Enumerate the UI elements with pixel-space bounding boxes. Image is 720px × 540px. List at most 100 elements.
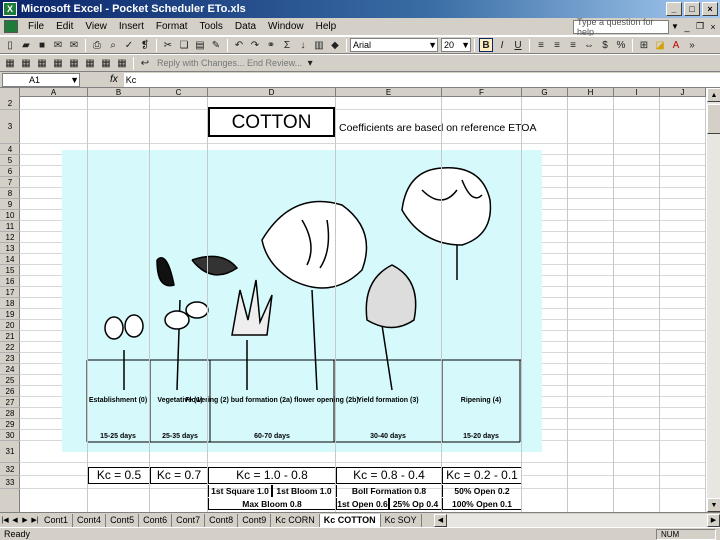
review-icon-2[interactable]: ▦	[19, 56, 33, 70]
row-header[interactable]: 5	[0, 155, 20, 166]
align-right-icon[interactable]: ≡	[566, 38, 580, 52]
row-header[interactable]: 27	[0, 397, 20, 408]
column-header-i[interactable]: I	[614, 88, 660, 97]
scroll-down-icon[interactable]: ▼	[707, 498, 720, 512]
minimize-button[interactable]: _	[666, 2, 682, 16]
menu-data[interactable]: Data	[229, 21, 262, 32]
column-header-g[interactable]: G	[522, 88, 568, 97]
name-box[interactable]: A1 ▼	[2, 72, 80, 87]
row-header[interactable]: 7	[0, 177, 20, 188]
undo-icon[interactable]: ↶	[232, 38, 246, 52]
sub-cell[interactable]: 100% Open 0.1	[442, 498, 522, 510]
copy-icon[interactable]: ❏	[177, 38, 191, 52]
column-header-c[interactable]: C	[150, 88, 208, 97]
menu-insert[interactable]: Insert	[113, 21, 150, 32]
row-header[interactable]: 4	[0, 144, 20, 155]
row-header[interactable]: 32	[0, 463, 20, 476]
horizontal-scrollbar[interactable]: ◀ ▶	[434, 513, 720, 527]
merge-center-icon[interactable]: ⇔	[582, 38, 596, 52]
column-header-b[interactable]: B	[88, 88, 150, 97]
menu-file[interactable]: File	[22, 21, 50, 32]
help-question-input[interactable]: Type a question for help	[573, 17, 669, 37]
help-dropdown-icon[interactable]: ▼	[669, 20, 681, 34]
formula-input[interactable]: Kc	[123, 72, 720, 87]
currency-icon[interactable]: $	[598, 38, 612, 52]
tab-cont7[interactable]: Cont7	[172, 513, 206, 527]
font-size-select[interactable]: 20 ▼	[441, 38, 471, 52]
chart-wizard-icon[interactable]: ▥	[312, 38, 326, 52]
row-header[interactable]: 17	[0, 287, 20, 298]
row-header[interactable]: 10	[0, 210, 20, 221]
toolbar-options-icon[interactable]: »	[685, 38, 699, 52]
borders-icon[interactable]: ⊞	[637, 38, 651, 52]
column-header-h[interactable]: H	[568, 88, 614, 97]
select-all-corner[interactable]	[0, 88, 20, 97]
row-header[interactable]: 16	[0, 276, 20, 287]
doc-minimize-button[interactable]: _	[681, 20, 693, 34]
tab-cont5[interactable]: Cont5	[106, 513, 140, 527]
vertical-scrollbar[interactable]: ▲ ▼	[706, 88, 720, 512]
reply-icon[interactable]: ↩	[138, 56, 152, 70]
row-header[interactable]: 15	[0, 265, 20, 276]
tab-cont6[interactable]: Cont6	[139, 513, 173, 527]
excel-app-icon[interactable]: X	[3, 2, 17, 16]
research-icon[interactable]: ❡	[138, 38, 152, 52]
row-header[interactable]: 31	[0, 441, 20, 463]
tab-cont4[interactable]: Cont4	[73, 513, 107, 527]
review-icon-7[interactable]: ▦	[99, 56, 113, 70]
menu-edit[interactable]: Edit	[50, 21, 79, 32]
last-sheet-icon[interactable]: ▶|	[30, 514, 40, 527]
save-icon[interactable]: ■	[35, 38, 49, 52]
font-color-icon[interactable]: A	[669, 38, 683, 52]
chevron-down-icon[interactable]: ▾	[303, 56, 317, 70]
column-header-f[interactable]: F	[442, 88, 522, 97]
cut-icon[interactable]: ✂	[161, 38, 175, 52]
hyperlink-icon[interactable]: ⚭	[264, 38, 278, 52]
review-icon-5[interactable]: ▦	[67, 56, 81, 70]
paste-icon[interactable]: ▤	[193, 38, 207, 52]
first-sheet-icon[interactable]: |◀	[0, 514, 10, 527]
close-button[interactable]: ×	[702, 2, 718, 16]
sub-cell[interactable]: Boll Formation 0.8	[336, 485, 442, 497]
row-header[interactable]: 18	[0, 298, 20, 309]
row-header[interactable]: 33	[0, 476, 20, 489]
review-icon-3[interactable]: ▦	[35, 56, 49, 70]
review-icon-6[interactable]: ▦	[83, 56, 97, 70]
row-header[interactable]: 19	[0, 309, 20, 320]
review-icon-8[interactable]: ▦	[115, 56, 129, 70]
row-header[interactable]: 12	[0, 232, 20, 243]
column-header-a[interactable]: A	[20, 88, 88, 97]
tab-kc-soy[interactable]: Kc SOY	[381, 513, 422, 527]
format-painter-icon[interactable]: ✎	[209, 38, 223, 52]
autosum-icon[interactable]: Σ	[280, 38, 294, 52]
row-header[interactable]: 6	[0, 166, 20, 177]
row-header[interactable]: 3	[0, 110, 20, 144]
kc-ripening-cell[interactable]: Kc = 0.2 - 0.1	[442, 467, 522, 484]
scroll-left-icon[interactable]: ◀	[434, 513, 447, 527]
underline-button[interactable]: U	[511, 38, 525, 52]
row-header[interactable]: 25	[0, 375, 20, 386]
document-icon[interactable]	[4, 20, 18, 33]
font-name-select[interactable]: Arial ▼	[350, 38, 438, 52]
tab-cont9[interactable]: Cont9	[238, 513, 272, 527]
row-header[interactable]: 8	[0, 188, 20, 199]
row-header[interactable]: 21	[0, 331, 20, 342]
italic-button[interactable]: I	[495, 38, 509, 52]
percent-icon[interactable]: %	[614, 38, 628, 52]
redo-icon[interactable]: ↷	[248, 38, 262, 52]
scroll-thumb[interactable]	[707, 104, 720, 134]
coefficient-note[interactable]: Coefficients are based on reference ETOA	[339, 122, 536, 134]
row-header[interactable]: 22	[0, 342, 20, 353]
email-icon[interactable]: ✉	[67, 38, 81, 52]
row-header[interactable]: 29	[0, 419, 20, 430]
menu-help[interactable]: Help	[310, 21, 343, 32]
row-header[interactable]: 2	[0, 97, 20, 110]
column-header-e[interactable]: E	[336, 88, 442, 97]
review-icon-4[interactable]: ▦	[51, 56, 65, 70]
menu-format[interactable]: Format	[150, 21, 194, 32]
row-header[interactable]: 13	[0, 243, 20, 254]
sort-asc-icon[interactable]: ↓	[296, 38, 310, 52]
sub-cell[interactable]: 1st Open 0.6	[336, 498, 389, 510]
fill-color-icon[interactable]: ◪	[653, 38, 667, 52]
row-header[interactable]: 9	[0, 199, 20, 210]
